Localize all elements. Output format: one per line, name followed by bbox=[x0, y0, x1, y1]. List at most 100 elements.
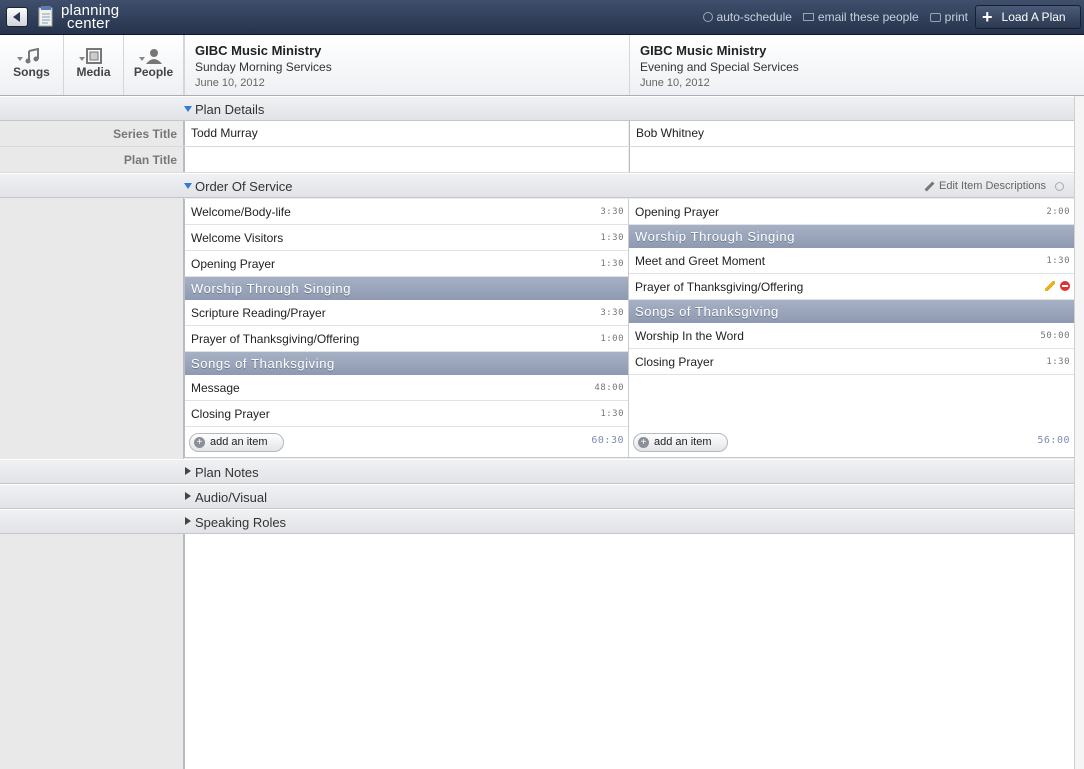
logo-document-icon bbox=[38, 6, 53, 27]
service-section-header[interactable]: Worship Through Singing bbox=[629, 225, 1074, 248]
plan-header-1[interactable]: GIBC Music Ministry Sunday Morning Servi… bbox=[184, 35, 629, 95]
item-title: Message bbox=[191, 381, 240, 395]
service-section-header[interactable]: Songs of Thanksgiving bbox=[629, 300, 1074, 323]
back-arrow-icon bbox=[12, 12, 20, 22]
add-item-button[interactable]: + add an item bbox=[189, 433, 284, 452]
songs-nav-button[interactable]: Songs bbox=[0, 35, 64, 95]
plan-details-title: Plan Details bbox=[195, 102, 265, 117]
service-item[interactable]: Welcome Visitors 1:30 bbox=[185, 225, 628, 251]
speaking-roles-section-header[interactable]: Speaking Roles bbox=[0, 509, 1074, 534]
plan-date: June 10, 2012 bbox=[195, 77, 265, 89]
item-length: 3:30 bbox=[600, 207, 624, 217]
order-column-2: Opening Prayer 2:00 Worship Through Singi… bbox=[629, 199, 1074, 458]
add-item-label: add an item bbox=[210, 436, 268, 448]
series-title-field-2[interactable]: Bob Whitney bbox=[629, 121, 1074, 146]
service-section-header[interactable]: Worship Through Singing bbox=[185, 277, 628, 300]
auto-schedule-link[interactable]: auto-schedule bbox=[702, 10, 792, 24]
edit-pencil-icon[interactable] bbox=[1045, 281, 1055, 291]
item-title: Prayer of Thanksgiving/Offering bbox=[635, 280, 804, 294]
pencil-icon bbox=[924, 181, 935, 191]
email-these-people-link[interactable]: email these people bbox=[802, 10, 919, 24]
people-label: People bbox=[133, 65, 174, 79]
service-item[interactable]: Message 48:00 bbox=[185, 375, 628, 401]
edit-item-descriptions-link[interactable]: Edit Item Descriptions bbox=[924, 180, 1064, 192]
collapsed-triangle-icon bbox=[185, 492, 191, 500]
music-note-icon bbox=[25, 48, 39, 64]
plan-header-2[interactable]: GIBC Music Ministry Evening and Special … bbox=[629, 35, 1074, 95]
plan-notes-section-header[interactable]: Plan Notes bbox=[0, 459, 1074, 484]
load-a-plan-label: Load A Plan bbox=[1001, 10, 1066, 24]
item-length: 2:00 bbox=[1046, 207, 1070, 217]
planning-center-logo[interactable]: planning center bbox=[38, 3, 128, 31]
audio-visual-section-header[interactable]: Audio/Visual bbox=[0, 484, 1074, 509]
item-title: Scripture Reading/Prayer bbox=[191, 306, 326, 320]
printer-icon bbox=[929, 12, 941, 22]
series-title-label: Series Title bbox=[113, 127, 177, 141]
top-bar: planning center auto-schedule email these… bbox=[0, 0, 1084, 35]
edit-item-descriptions-label: Edit Item Descriptions bbox=[939, 180, 1046, 192]
plan-title-label: Plan Title bbox=[123, 153, 177, 167]
service-item[interactable]: Prayer of Thanksgiving/Offering bbox=[629, 274, 1074, 300]
service-section-header[interactable]: Songs of Thanksgiving bbox=[185, 352, 628, 375]
item-length: 1:30 bbox=[600, 233, 624, 243]
help-icon[interactable] bbox=[1055, 181, 1064, 191]
songs-label: Songs bbox=[13, 65, 50, 79]
plan-details-section-header[interactable]: Plan Details bbox=[0, 96, 1074, 121]
item-title: Welcome Visitors bbox=[191, 231, 284, 245]
speaking-roles-title: Speaking Roles bbox=[195, 515, 287, 530]
item-length: 1:30 bbox=[1046, 256, 1070, 266]
plan-notes-title: Plan Notes bbox=[195, 465, 259, 480]
remove-icon[interactable] bbox=[1060, 281, 1070, 291]
add-circle-icon: + bbox=[638, 437, 649, 448]
service-item[interactable]: Closing Prayer 1:30 bbox=[629, 349, 1074, 375]
expanded-triangle-icon bbox=[184, 106, 192, 112]
service-item[interactable]: Worship In the Word 50:00 bbox=[629, 323, 1074, 349]
media-label: Media bbox=[76, 65, 111, 79]
plan-service-type: Sunday Morning Services bbox=[195, 60, 332, 74]
auto-schedule-label: auto-schedule bbox=[716, 10, 792, 24]
plan-title-field-2[interactable] bbox=[629, 147, 1074, 172]
item-length: 1:30 bbox=[600, 409, 624, 419]
item-length: 50:00 bbox=[1040, 331, 1070, 341]
people-nav-button[interactable]: People bbox=[124, 35, 184, 95]
item-length: 1:30 bbox=[1046, 357, 1070, 367]
film-icon bbox=[85, 48, 102, 64]
item-length: 48:00 bbox=[594, 383, 624, 393]
item-title: Prayer of Thanksgiving/Offering bbox=[191, 332, 360, 346]
empty-content-area bbox=[184, 534, 1074, 769]
expanded-triangle-icon bbox=[184, 183, 192, 189]
audio-visual-title: Audio/Visual bbox=[195, 490, 268, 505]
mail-icon bbox=[802, 13, 814, 21]
plus-icon: + bbox=[982, 7, 993, 27]
item-title: Meet and Greet Moment bbox=[635, 254, 766, 268]
item-title: Opening Prayer bbox=[191, 257, 276, 271]
clock-icon bbox=[702, 12, 713, 22]
service-item[interactable]: Prayer of Thanksgiving/Offering 1:00 bbox=[185, 326, 628, 352]
add-item-button[interactable]: + add an item bbox=[633, 433, 728, 452]
add-item-label: add an item bbox=[654, 436, 712, 448]
item-title: Closing Prayer bbox=[191, 407, 270, 421]
total-length: 60:30 bbox=[591, 435, 624, 446]
service-item[interactable]: Welcome/Body-life 3:30 bbox=[185, 199, 628, 225]
print-label: print bbox=[944, 10, 968, 24]
series-title-field-1[interactable]: Todd Murray bbox=[184, 121, 628, 146]
service-item[interactable]: Closing Prayer 1:30 bbox=[185, 401, 628, 427]
service-item[interactable]: Opening Prayer 2:00 bbox=[629, 199, 1074, 225]
back-button[interactable] bbox=[6, 7, 28, 27]
scrollbar[interactable] bbox=[1074, 96, 1084, 769]
plan-org: GIBC Music Ministry bbox=[640, 43, 767, 58]
collapsed-triangle-icon bbox=[185, 517, 191, 525]
plan-title-field-1[interactable] bbox=[184, 147, 628, 172]
item-length: 3:30 bbox=[600, 308, 624, 318]
service-item[interactable]: Opening Prayer 1:30 bbox=[185, 251, 628, 277]
item-length: 1:00 bbox=[600, 334, 624, 344]
load-a-plan-button[interactable]: + Load A Plan bbox=[975, 5, 1081, 29]
email-label: email these people bbox=[817, 10, 919, 24]
print-link[interactable]: print bbox=[929, 10, 968, 24]
service-item[interactable]: Scripture Reading/Prayer 3:30 bbox=[185, 300, 628, 326]
plan-org: GIBC Music Ministry bbox=[195, 43, 322, 58]
media-nav-button[interactable]: Media bbox=[64, 35, 124, 95]
order-column-1: Welcome/Body-life 3:30 Welcome Visitors 1:… bbox=[184, 199, 629, 458]
service-item[interactable]: Meet and Greet Moment 1:30 bbox=[629, 248, 1074, 274]
order-of-service-section-header[interactable]: Order Of Service Edit Item Descriptions bbox=[0, 173, 1074, 198]
